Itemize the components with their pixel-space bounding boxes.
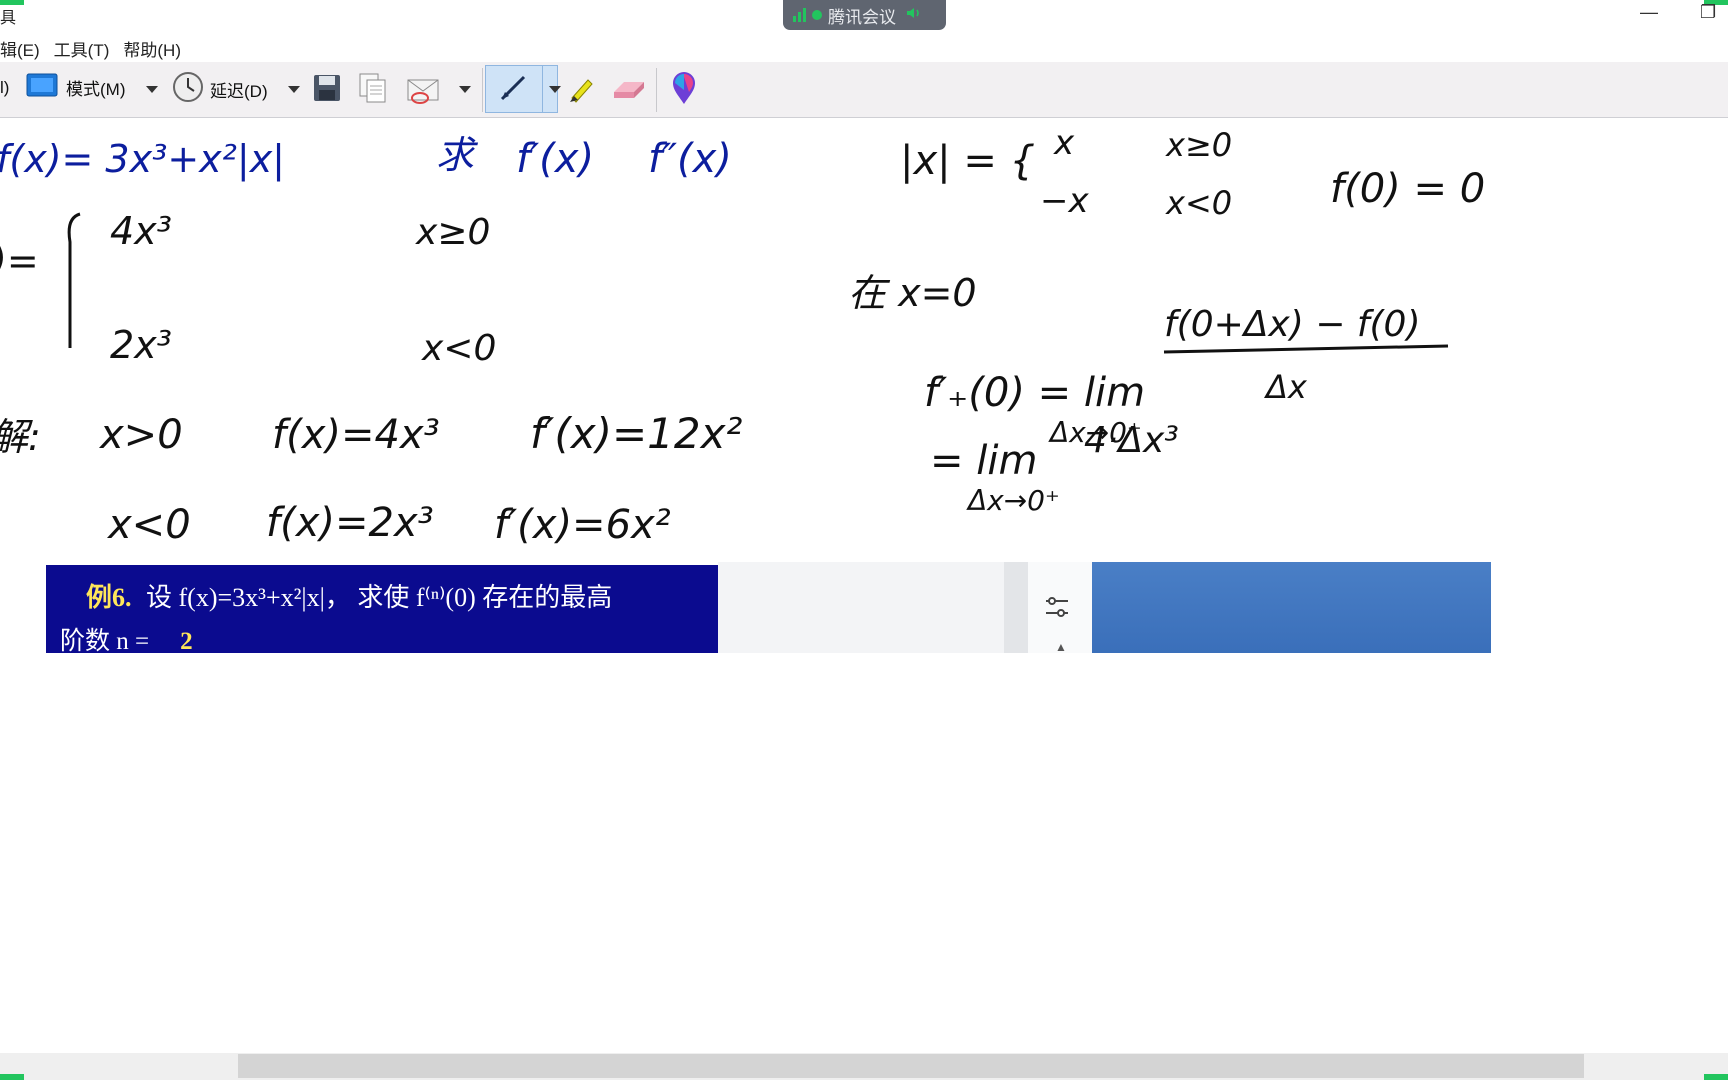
pen-icon <box>498 71 530 108</box>
ink-abs-case-2: −x <box>1040 181 1089 221</box>
signal-icon <box>793 8 806 22</box>
example-label: 例6. <box>86 583 132 612</box>
ink-difference-denominator: Δx <box>1263 368 1308 406</box>
panel-divider <box>1004 562 1028 653</box>
ink-fraction-bar <box>1163 344 1449 354</box>
ink-piece-cond-2: x<0 <box>421 328 496 369</box>
accent-corner-bottom-right <box>1704 1074 1728 1080</box>
highlighter-icon[interactable] <box>564 72 598 106</box>
problem-statement: 设 f(x)=3x³+x²|x|， 求使 f⁽ⁿ⁾(0) 存在的最高 <box>146 583 613 612</box>
eraser-icon[interactable] <box>610 78 646 102</box>
pen-tool-button[interactable] <box>485 65 561 113</box>
scrollbar-thumb[interactable] <box>238 1054 1584 1078</box>
problem-line-2: 阶数 n = 2 <box>60 621 217 653</box>
menu-tools[interactable]: 工具(T) <box>54 36 110 61</box>
ink-at-zero: 在 x=0 <box>848 271 977 315</box>
delay-button[interactable]: 延迟(D) <box>172 71 268 108</box>
ink-solution-label: 解: <box>0 415 41 459</box>
ink-right-derivative-lhs: f′₊(0) = lim <box>924 370 1145 416</box>
menu-help[interactable]: 帮助(H) <box>123 36 181 61</box>
side-toolbar: ▲ <box>1028 562 1092 654</box>
pen-dropdown[interactable] <box>542 66 561 112</box>
ink-first-derivative: f′(x) <box>516 136 594 182</box>
ink-piecewise-brace <box>67 212 81 348</box>
send-icon[interactable] <box>406 74 442 106</box>
minimize-button[interactable]: — <box>1640 2 1658 23</box>
mode-dropdown[interactable] <box>146 86 158 93</box>
toolbar-left-fragment[interactable]: l) <box>0 78 9 98</box>
toolbar-separator-2 <box>656 68 657 112</box>
ink-piece-case-1: 4x³ <box>110 209 172 253</box>
window-title-fragment: 具 <box>0 10 17 27</box>
ink-piecewise-lhs: )= <box>0 239 39 283</box>
shared-screen-panel <box>718 562 1004 653</box>
mode-button[interactable]: 模式(M) <box>26 71 125 104</box>
copy-icon[interactable] <box>358 72 388 104</box>
answer-value: 2 <box>180 628 193 653</box>
menu-edit[interactable]: 辑(E) <box>0 36 40 61</box>
ink-abs-def-lhs: |x| = { <box>900 138 1035 184</box>
delay-dropdown[interactable] <box>288 86 300 93</box>
ink-abs-cond-1: x≥0 <box>1165 126 1232 164</box>
problem-line-1: 例6. 设 f(x)=3x³+x²|x|， 求使 f⁽ⁿ⁾(0) 存在的最高 <box>86 577 612 614</box>
mode-icon <box>26 71 60 104</box>
ink-f-negative: f(x)=2x³ <box>266 500 434 546</box>
color-picker-icon[interactable] <box>670 71 698 105</box>
toolbar: l) 模式(M) 延迟(D) <box>0 62 1728 118</box>
ink-find-label: 求 <box>436 133 479 177</box>
ink-case-positive: x>0 <box>98 412 183 458</box>
toolbar-separator <box>482 68 483 112</box>
ink-limit-expression: 4·Δx³ <box>1084 420 1179 461</box>
status-dot-icon <box>812 10 822 20</box>
speaker-icon[interactable] <box>906 5 922 25</box>
problem-slide: 例6. 设 f(x)=3x³+x²|x|， 求使 f⁽ⁿ⁾(0) 存在的最高 阶… <box>46 565 718 653</box>
ink-case-negative: x<0 <box>106 502 191 548</box>
ink-abs-cond-2: x<0 <box>1165 184 1232 222</box>
meeting-status-bar[interactable]: 腾讯会议 <box>783 0 946 30</box>
save-icon[interactable] <box>313 74 341 102</box>
clock-icon <box>172 71 204 108</box>
settings-sliders-icon[interactable] <box>1044 594 1070 625</box>
restore-button[interactable]: ❐ <box>1700 2 1716 23</box>
ink-f-positive: f(x)=4x³ <box>272 412 440 458</box>
ink-limit-subscript-2: Δx→0⁺ <box>966 484 1060 517</box>
mode-label: 模式(M) <box>66 80 126 99</box>
problem-order-label: 阶数 n = <box>60 628 150 653</box>
ink-piece-cond-1: x≥0 <box>415 212 490 253</box>
accent-corner-bottom-left <box>0 1074 24 1080</box>
answer-blank: 2 <box>155 628 217 653</box>
meeting-app-label: 腾讯会议 <box>828 7 896 27</box>
ink-abs-case-1: x <box>1053 123 1075 163</box>
ink-fprime-positive: f′(x)=12x² <box>530 409 742 458</box>
chevron-up-icon[interactable]: ▲ <box>1055 640 1067 654</box>
ink-fprime-negative: f′(x)=6x² <box>494 502 671 548</box>
video-thumbnail <box>1092 562 1491 653</box>
menu-bar: 辑(E) 工具(T) 帮助(H) <box>0 34 195 62</box>
ink-function-definition: f(x)= 3x³+x²|x| <box>0 137 285 182</box>
ink-piece-case-2: 2x³ <box>110 323 172 367</box>
ink-limit-equals: = lim <box>930 438 1037 484</box>
delay-label: 延迟(D) <box>210 82 268 101</box>
ink-f-at-zero: f(0) = 0 <box>1330 166 1485 212</box>
send-dropdown[interactable] <box>459 86 471 93</box>
ink-difference-numerator: f(0+Δx) − f(0) <box>1164 304 1420 345</box>
ink-second-derivative: f″(x) <box>648 136 732 182</box>
